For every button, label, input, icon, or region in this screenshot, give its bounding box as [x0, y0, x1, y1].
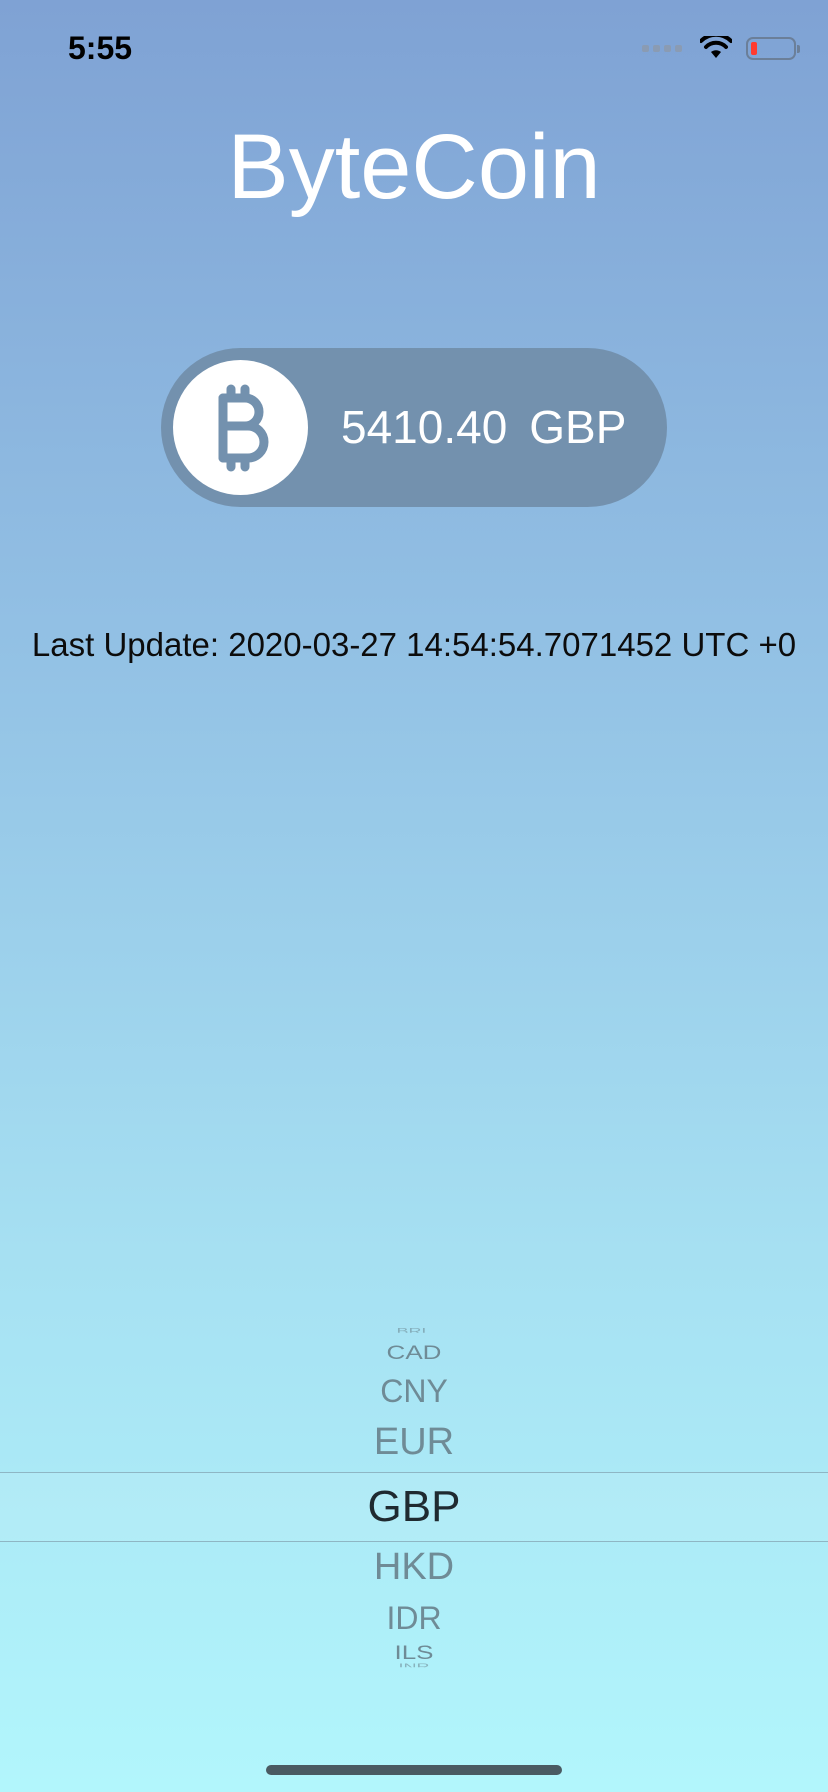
coin-badge: [173, 360, 308, 495]
home-indicator[interactable]: [266, 1765, 562, 1775]
picker-item-hkd[interactable]: HKD: [0, 1548, 828, 1586]
rate-value-text: 5410.40 GBP: [341, 348, 648, 507]
picker-item-cad[interactable]: CAD: [0, 1342, 828, 1362]
app-title: ByteCoin: [227, 116, 601, 218]
signal-icon: [642, 44, 682, 52]
rate-currency: GBP: [529, 401, 627, 453]
bitcoin-icon: [218, 384, 268, 471]
picker-item-idr[interactable]: IDR: [0, 1602, 828, 1634]
status-icons: [642, 36, 800, 60]
picker-item-brl[interactable]: BRL: [0, 1327, 828, 1332]
picker-item-gbp[interactable]: GBP: [0, 1484, 828, 1530]
rate-display: 5410.40 GBP: [161, 348, 667, 507]
last-update-label: Last Update: 2020-03-27 14:54:54.7071452…: [31, 626, 797, 663]
wifi-icon: [700, 36, 732, 58]
rate-value: 5410.40: [341, 401, 508, 453]
status-time: 5:55: [68, 30, 133, 66]
picker-item-cny[interactable]: CNY: [0, 1375, 828, 1407]
picker-item-eur[interactable]: EUR: [0, 1423, 828, 1461]
picker-item-ils[interactable]: ILS: [0, 1642, 828, 1662]
battery-icon: [746, 36, 800, 60]
picker-item-inr[interactable]: INR: [0, 1663, 828, 1667]
currency-picker[interactable]: BRL CAD CNY EUR GBP HKD IDR ILS INR: [0, 1320, 828, 1690]
